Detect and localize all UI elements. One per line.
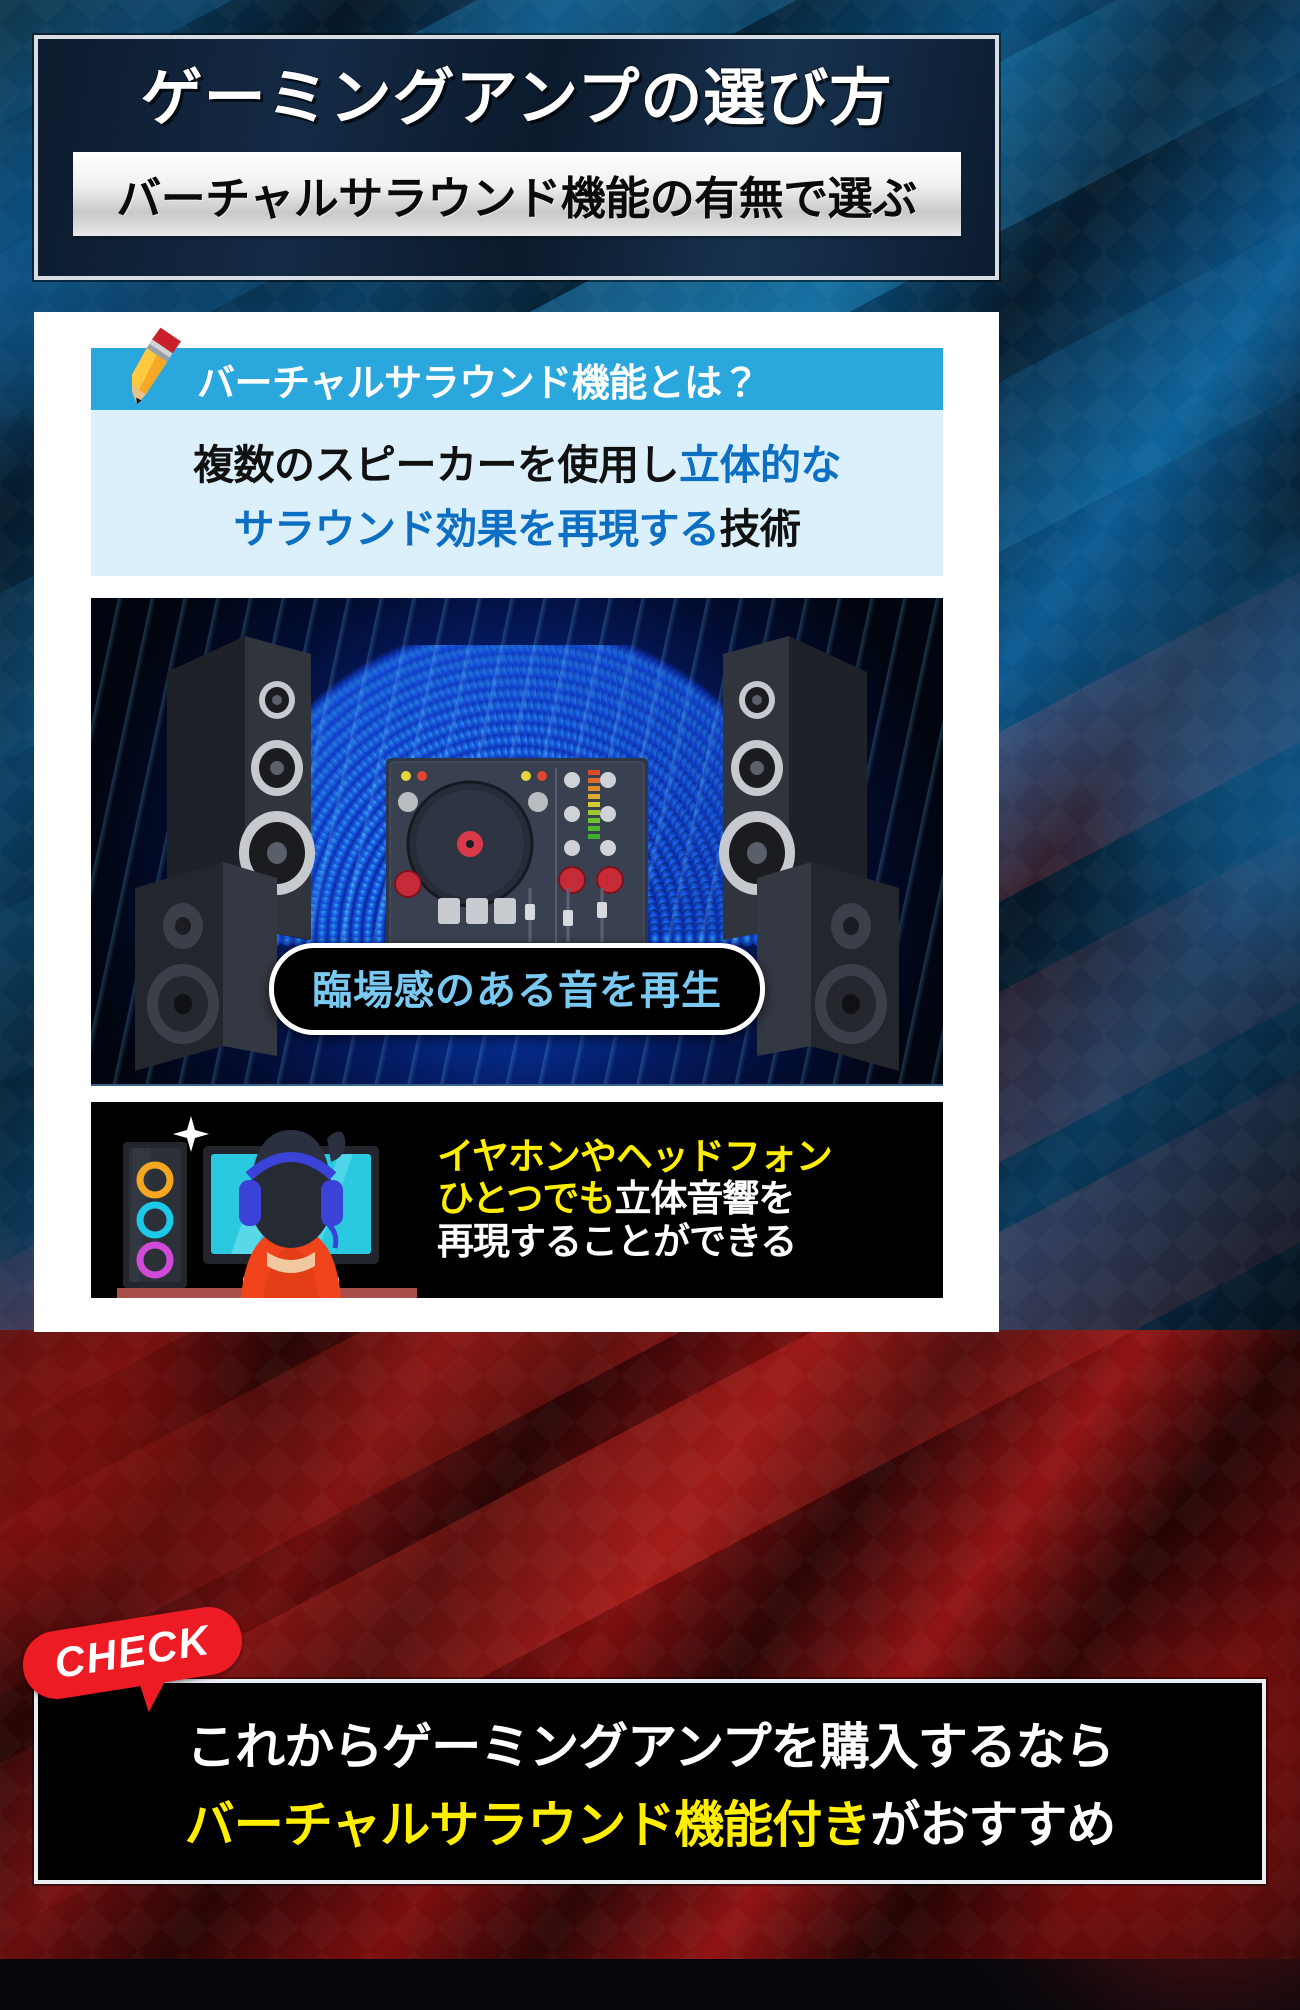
page-title: ゲーミングアンプの選び方 bbox=[140, 64, 893, 133]
gamer-info-strip: イヤホンやヘッドフォン ひとつでも立体音響を 再現することができる bbox=[91, 1102, 943, 1298]
definition-line-2-dark: 技術 bbox=[719, 506, 802, 552]
definition-line-2: サラウンド効果を再現する技術 bbox=[233, 495, 802, 555]
footer-callout: これからゲーミングアンプを購入するなら バーチャルサラウンド機能付きがおすすめ bbox=[34, 1679, 1266, 1884]
header-subtitle-bar: バーチャルサラウンド機能の有無で選ぶ bbox=[72, 152, 961, 237]
check-badge-tail bbox=[136, 1671, 171, 1713]
gamer-info-text: イヤホンやヘッドフォン ひとつでも立体音響を 再現することができる bbox=[433, 1136, 943, 1264]
speaker-scene-image: 臨場感のある音を再生 bbox=[91, 598, 943, 1086]
footer-line-2: バーチャルサラウンド機能付きがおすすめ bbox=[184, 1785, 1117, 1857]
header-subtitle: バーチャルサラウンド機能の有無で選ぶ bbox=[116, 172, 917, 224]
strip-line-1: イヤホンやヘッドフォン bbox=[437, 1135, 833, 1177]
strip-line-2: ひとつでも立体音響を bbox=[437, 1178, 943, 1219]
pencil-icon bbox=[132, 327, 182, 405]
dj-mixer-amplifier bbox=[386, 758, 648, 958]
definition-line-1-blue: 立体的な bbox=[679, 442, 842, 488]
content-card: バーチャルサラウンド機能とは？ 複数のスピーカーを使用し立体的な サラウンド効果… bbox=[34, 312, 999, 1332]
strip-line-2-white: 立体音響を bbox=[614, 1178, 795, 1220]
definition-panel: 複数のスピーカーを使用し立体的な サラウンド効果を再現する技術 bbox=[91, 410, 943, 576]
strip-line-3: 再現することができる bbox=[437, 1220, 797, 1262]
footer-line-2-white: がおすすめ bbox=[870, 1796, 1116, 1853]
footer-line-1: これからゲーミングアンプを購入するなら bbox=[186, 1718, 1114, 1775]
footer-line-2-yellow: バーチャルサラウンド機能付き bbox=[184, 1796, 871, 1853]
speaker-scene-caption-pill: 臨場感のある音を再生 bbox=[269, 943, 765, 1035]
strip-line-2-yellow: ひとつでも bbox=[437, 1178, 615, 1220]
check-badge-label: CHECK bbox=[51, 1616, 214, 1687]
speaker-scene-caption: 臨場感のある音を再生 bbox=[312, 969, 722, 1013]
definition-line-2-blue: サラウンド効果を再現する bbox=[233, 506, 721, 552]
section-banner-label: バーチャルサラウンド機能とは？ bbox=[197, 362, 760, 405]
definition-line-1-dark: 複数のスピーカーを使用し bbox=[193, 442, 680, 488]
headphone-cup-left bbox=[239, 1180, 261, 1226]
gamer-illustration bbox=[91, 1102, 433, 1298]
definition-line-1: 複数のスピーカーを使用し立体的な bbox=[193, 431, 842, 491]
section-banner: バーチャルサラウンド機能とは？ bbox=[91, 327, 943, 410]
header-panel: ゲーミングアンプの選び方 バーチャルサラウンド機能の有無で選ぶ bbox=[34, 35, 999, 280]
